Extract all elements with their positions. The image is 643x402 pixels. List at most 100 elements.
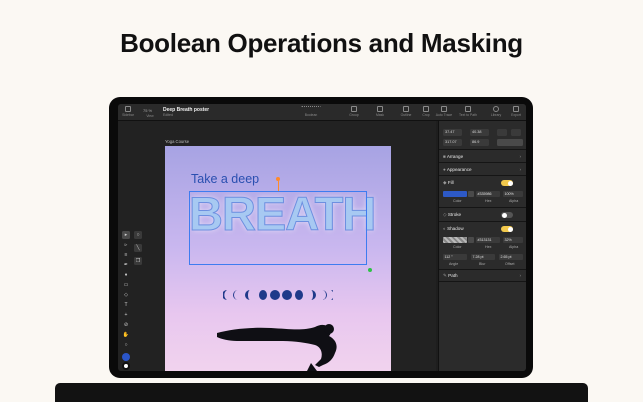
x-field[interactable]: 37.47 (443, 129, 462, 136)
export-icon (513, 106, 519, 112)
fill-toggle[interactable] (501, 180, 513, 186)
text-tool[interactable]: T (122, 301, 130, 309)
align-buttons[interactable] (497, 139, 523, 146)
direct-select-tool[interactable]: ▹ (122, 241, 130, 249)
fill-hex-field[interactable]: #335986 (476, 191, 500, 197)
document-status: Edited (163, 113, 173, 117)
toolbar-sidebar-button[interactable]: Sidebar (120, 104, 136, 121)
toolbar-library-button[interactable]: Library (487, 104, 505, 121)
path-icon: ✎ (443, 273, 447, 278)
divider (439, 162, 526, 163)
toolbar-outline-button[interactable]: Outline (398, 104, 414, 121)
toolbar-mask-button[interactable]: Mask (372, 104, 388, 121)
toolbar-autotrace-button[interactable]: Auto Trace (434, 104, 454, 121)
outline-icon (403, 106, 409, 112)
rotation-handle[interactable] (276, 177, 280, 181)
toolbar-group-button[interactable]: Group (346, 104, 362, 121)
library-icon (493, 106, 499, 112)
line-tool[interactable]: ╲ (134, 244, 142, 252)
shadow-blur-field[interactable]: 7.28 pt (471, 254, 495, 260)
rotation-handle-line (277, 181, 279, 191)
boolean-icon (301, 106, 321, 112)
shape-tool[interactable]: ◇ (122, 291, 130, 299)
moon-phases-graphic[interactable] (223, 289, 333, 301)
shadow-alpha-label: Alpha (509, 245, 519, 249)
shadow-hex-field[interactable]: #313131 (476, 237, 500, 243)
shadow-color-well[interactable] (443, 237, 467, 243)
shadow-color-label: Color (453, 245, 462, 249)
take-a-deep-text[interactable]: Take a deep (191, 172, 259, 186)
shadow-offset-field[interactable]: 2.65 pt (499, 254, 523, 260)
moon-phase-icon (322, 290, 327, 300)
divider (439, 175, 526, 176)
toolbar: Sidebar 75 % View Deep Breath poster Edi… (118, 104, 526, 121)
brush-tool[interactable]: ♦ (122, 271, 130, 279)
rotate-button[interactable] (511, 129, 521, 136)
divider (439, 207, 526, 208)
crosshair-tool[interactable]: + (122, 311, 130, 319)
shadow-blur-label: Blur (479, 262, 486, 266)
copy-tool[interactable]: ❐ (134, 257, 142, 265)
shadow-icon: ◐ (443, 226, 446, 231)
lock-button[interactable] (497, 129, 507, 136)
ellipse-tool[interactable]: ○ (134, 231, 142, 239)
eyedropper-icon[interactable] (468, 191, 474, 197)
shadow-alpha-field[interactable]: 32% (503, 237, 523, 243)
divider (439, 269, 526, 270)
hand-tool[interactable]: ✋ (122, 331, 130, 339)
stroke-icon: ◇ (443, 212, 447, 217)
moon-phase-icon (223, 290, 227, 300)
fill-color-swatch[interactable] (122, 353, 130, 361)
yoga-silhouette[interactable] (211, 319, 351, 371)
eyedropper-icon[interactable] (468, 237, 474, 243)
arrange-icon: ■ (443, 154, 446, 159)
fill-alpha-field[interactable]: 100% (503, 191, 523, 197)
selection-bounding-box[interactable] (189, 191, 367, 265)
sidebar-icon (125, 106, 131, 112)
shadow-toggle[interactable] (501, 226, 513, 232)
corner-handle[interactable] (368, 268, 372, 272)
rectangle-tool[interactable]: ▭ (122, 281, 130, 289)
layers-tool[interactable]: ≡ (122, 251, 130, 259)
moon-phase-icon (259, 290, 267, 300)
eyedropper-tool[interactable]: ⊘ (122, 321, 130, 329)
chevron-right-icon: › (519, 167, 521, 172)
toolbar-crop-button[interactable]: Crop (419, 104, 433, 121)
toolbar-boolean-button[interactable]: Boolean (289, 104, 333, 121)
text-to-path-icon (465, 106, 471, 112)
height-field[interactable]: 86.9 (470, 139, 489, 146)
canvas[interactable]: Yoga Course Take a deep BREATH ▸ ▹ ≡ ✒ ♦… (118, 121, 436, 371)
shadow-hex-label: Hex (485, 245, 492, 249)
toolbar-text-to-path-button[interactable]: Text to Path (455, 104, 481, 121)
inspector-panel: 37.47 40.38 317.07 86.9 ■ Arrange › ● App… (438, 121, 526, 371)
select-tool[interactable]: ▸ (122, 231, 130, 239)
section-arrange[interactable]: ■ Arrange › (443, 153, 523, 161)
moon-phase-icon (233, 290, 238, 300)
mask-icon (377, 106, 383, 112)
tool-options: ○ ╲ ❐ (133, 229, 143, 270)
shadow-offset-label: Offset (505, 262, 515, 266)
appearance-icon: ● (443, 167, 446, 172)
divider (439, 281, 526, 282)
divider (439, 221, 526, 222)
group-icon (351, 106, 357, 112)
moon-phase-icon (282, 290, 292, 300)
toolbar-export-button[interactable]: Export (507, 104, 525, 121)
fill-color-well[interactable] (443, 191, 467, 197)
moon-phase-icon (311, 290, 316, 300)
width-field[interactable]: 317.07 (443, 139, 462, 146)
shadow-angle-field[interactable]: 112 ° (443, 254, 467, 260)
pen-tool[interactable]: ✒ (122, 261, 130, 269)
moon-phase-icon (245, 290, 250, 300)
section-appearance[interactable]: ● Appearance › (443, 166, 523, 174)
fill-hex-label: Hex (485, 199, 492, 203)
y-field[interactable]: 40.38 (470, 129, 489, 136)
chevron-right-icon: › (519, 273, 521, 278)
stroke-toggle[interactable] (501, 212, 513, 218)
page-title: Boolean Operations and Masking (120, 28, 523, 58)
stroke-color-swatch[interactable] (122, 362, 130, 370)
fill-icon: ◆ (443, 180, 447, 185)
artboard[interactable]: Take a deep BREATH (165, 146, 391, 371)
zoom-tool[interactable]: ○ (122, 341, 130, 349)
section-path[interactable]: ✎ Path › (443, 272, 523, 280)
